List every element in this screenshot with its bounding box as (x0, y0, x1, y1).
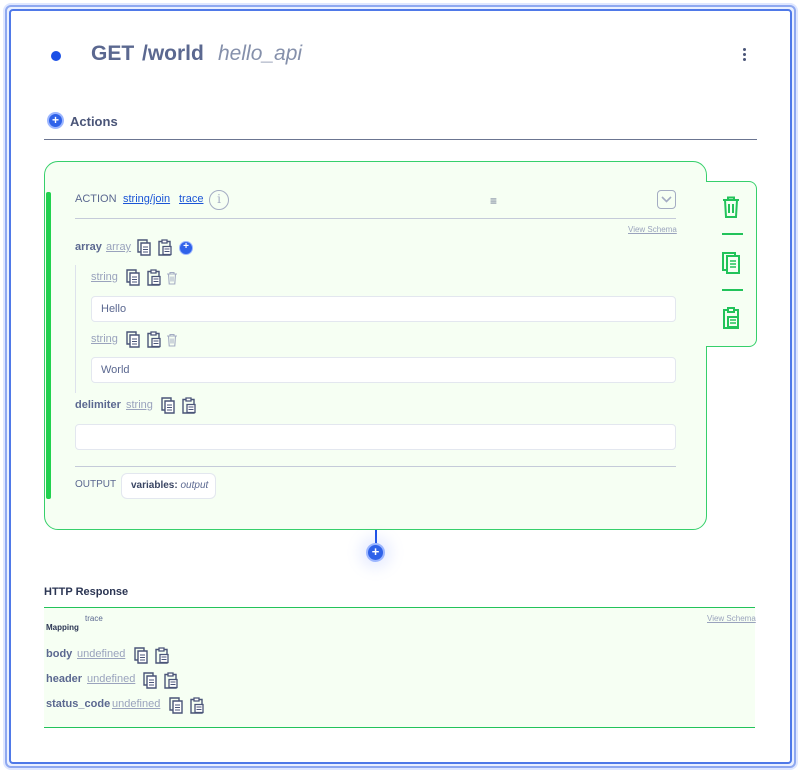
paste-icon[interactable] (164, 672, 178, 689)
paste-icon[interactable] (190, 697, 204, 714)
response-field-value[interactable]: undefined (77, 648, 125, 660)
side-divider (722, 233, 743, 235)
output-variable-chip[interactable]: variables: output (121, 473, 216, 499)
view-schema-link[interactable]: View Schema (628, 225, 677, 234)
response-field-value[interactable]: undefined (87, 673, 135, 685)
endpoint-path: /world (142, 42, 204, 65)
add-action-button[interactable]: + (47, 112, 64, 129)
array-item-type-link[interactable]: string (91, 333, 118, 345)
add-step-button[interactable]: + (366, 543, 385, 562)
trace-link[interactable]: trace (179, 193, 203, 205)
status-dot (51, 51, 61, 61)
view-schema-link[interactable]: View Schema (707, 614, 756, 623)
actions-divider (44, 139, 757, 140)
delimiter-type-link[interactable]: string (126, 399, 153, 411)
output-divider (75, 466, 676, 467)
paste-icon[interactable] (720, 306, 742, 330)
paste-icon[interactable] (158, 239, 172, 256)
trash-icon[interactable] (166, 271, 178, 285)
array-nesting-line (75, 265, 76, 393)
copy-icon[interactable] (137, 239, 151, 256)
array-item-input[interactable]: World (91, 357, 676, 383)
copy-icon[interactable] (720, 250, 742, 274)
trash-icon[interactable] (720, 195, 742, 219)
response-field-label: body (46, 648, 73, 660)
http-response-title: HTTP Response (44, 586, 129, 598)
response-field-value[interactable]: undefined (112, 698, 160, 710)
api-name: hello_api (218, 42, 303, 65)
array-item-input[interactable]: Hello (91, 296, 676, 322)
action-label: ACTION (75, 193, 117, 205)
paste-icon[interactable] (155, 647, 169, 664)
output-label: OUTPUT (75, 479, 117, 490)
copy-icon[interactable] (169, 697, 183, 714)
copy-icon[interactable] (126, 269, 140, 286)
copy-icon[interactable] (161, 397, 175, 414)
delimiter-input[interactable] (75, 424, 676, 450)
action-status-bar (46, 192, 51, 499)
delimiter-param-label: delimiter (75, 399, 121, 411)
paste-icon[interactable] (147, 331, 161, 348)
response-field-label: status_code (46, 698, 111, 710)
function-link[interactable]: string/join (123, 193, 170, 205)
mapping-label: Mapping (46, 623, 79, 632)
trace-label[interactable]: trace (85, 614, 103, 623)
drag-handle-icon[interactable]: ≡ (490, 194, 497, 208)
response-field-label: header (46, 673, 83, 685)
more-vertical-icon[interactable] (739, 48, 749, 66)
info-icon[interactable]: i (209, 190, 229, 210)
paste-icon[interactable] (147, 269, 161, 286)
array-param-label: array (75, 241, 102, 253)
side-divider (722, 289, 743, 291)
http-method: GET (91, 42, 135, 65)
chevron-down-icon[interactable] (657, 190, 676, 209)
paste-icon[interactable] (182, 397, 196, 414)
action-header-divider (75, 218, 676, 219)
flow-connector (375, 530, 377, 544)
copy-icon[interactable] (134, 647, 148, 664)
copy-icon[interactable] (143, 672, 157, 689)
array-item-type-link[interactable]: string (91, 271, 118, 283)
trash-icon[interactable] (166, 333, 178, 347)
copy-icon[interactable] (126, 331, 140, 348)
variables-key: variables: (131, 480, 178, 491)
array-type-link[interactable]: array (106, 241, 131, 253)
actions-label: Actions (70, 114, 118, 129)
variables-value: output (180, 480, 209, 491)
add-array-item-button[interactable]: + (179, 241, 193, 255)
